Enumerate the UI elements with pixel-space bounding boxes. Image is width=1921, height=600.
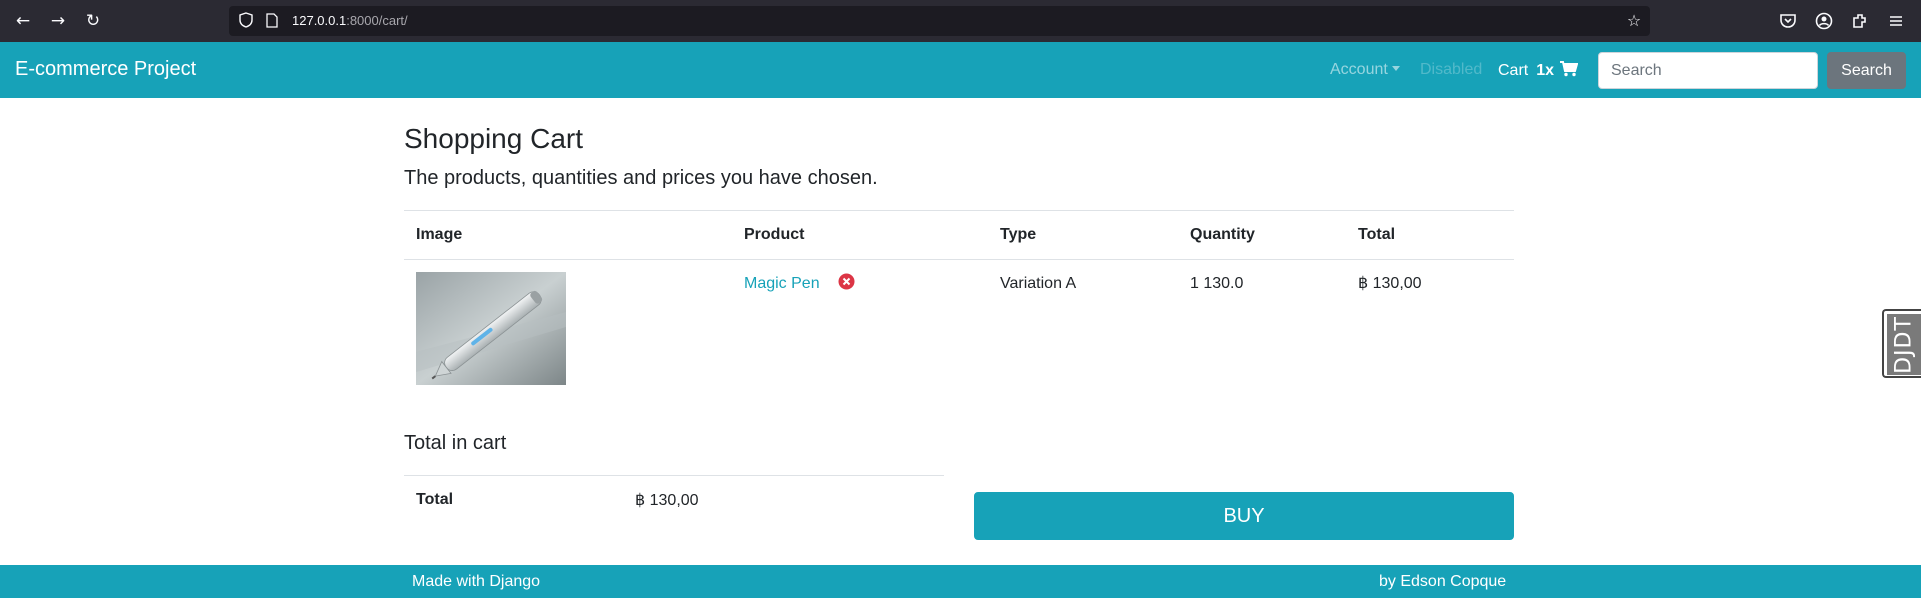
totals-value: ฿ 130,00 bbox=[623, 475, 944, 525]
cart-label: Cart bbox=[1498, 62, 1529, 79]
shopping-cart-icon bbox=[1560, 61, 1579, 77]
buy-button[interactable]: BUY bbox=[974, 492, 1514, 540]
search-button[interactable]: Search bbox=[1827, 52, 1906, 89]
shield-icon[interactable] bbox=[239, 12, 253, 28]
totals-label: Total bbox=[404, 475, 623, 525]
extensions-icon[interactable] bbox=[1849, 10, 1871, 32]
page-lead: The products, quantities and prices you … bbox=[404, 167, 878, 189]
forward-icon[interactable]: → bbox=[45, 9, 71, 33]
pocket-icon[interactable] bbox=[1777, 10, 1799, 32]
account-label: Account bbox=[1330, 61, 1388, 78]
quantity-cell: 1 130.0 bbox=[1190, 275, 1244, 292]
remove-item-icon[interactable] bbox=[838, 273, 855, 290]
product-cell: Magic Pen bbox=[732, 260, 988, 398]
column-header-type: Type bbox=[988, 210, 1178, 260]
footer-author: by Edson Copque bbox=[1379, 573, 1507, 590]
totals-row: Total ฿ 130,00 bbox=[404, 475, 944, 525]
debug-toolbar-handle[interactable]: DJDT bbox=[1882, 309, 1921, 378]
column-header-product: Product bbox=[732, 210, 988, 260]
url-path: :8000/cart/ bbox=[346, 13, 408, 28]
type-cell: Variation A bbox=[1000, 275, 1077, 292]
back-icon[interactable]: ← bbox=[10, 9, 36, 33]
footer: Made with Django by Edson Copque bbox=[0, 565, 1921, 598]
page-icon bbox=[266, 13, 278, 28]
page-title: Shopping Cart bbox=[404, 123, 584, 154]
caret-down-icon bbox=[1391, 66, 1400, 71]
cart-link[interactable]: Cart 1x bbox=[1498, 61, 1579, 80]
menu-icon[interactable] bbox=[1885, 10, 1907, 32]
search-input[interactable] bbox=[1598, 52, 1818, 89]
disabled-link: Disabled bbox=[1420, 61, 1483, 78]
cart-count: 1x bbox=[1536, 62, 1555, 79]
url-host: 127.0.0.1 bbox=[292, 13, 347, 28]
column-header-total: Total bbox=[1346, 210, 1514, 260]
totals-heading: Total in cart bbox=[404, 432, 507, 454]
column-header-quantity: Quantity bbox=[1178, 210, 1346, 260]
brand-link[interactable]: E-commerce Project bbox=[15, 58, 196, 81]
debug-toolbar-label-bg: DJDT bbox=[1887, 314, 1921, 375]
reload-icon[interactable]: ↻ bbox=[80, 9, 106, 33]
cart-table: Image Product Type Quantity Total Magic … bbox=[404, 210, 1514, 398]
address-bar[interactable]: 127.0.0.1:8000/cart/ ☆ bbox=[229, 6, 1650, 36]
account-icon[interactable] bbox=[1813, 10, 1835, 32]
bookmark-star-icon[interactable]: ☆ bbox=[1624, 11, 1644, 31]
product-image[interactable] bbox=[416, 272, 566, 385]
url-text: 127.0.0.1:8000/cart/ bbox=[292, 13, 408, 28]
column-header-image: Image bbox=[404, 210, 732, 260]
footer-made-with: Made with Django bbox=[412, 573, 541, 590]
total-cell: ฿ 130,00 bbox=[1358, 275, 1422, 292]
browser-toolbar: ← → ↻ 127.0.0.1:8000/cart/ ☆ bbox=[0, 0, 1921, 42]
image-cell bbox=[404, 260, 732, 398]
table-row: Magic Pen Variation A 1 130.0 ฿ 130,00 bbox=[404, 260, 1514, 398]
site-navbar: E-commerce Project Account Disabled Cart… bbox=[0, 42, 1921, 98]
totals-table: Total ฿ 130,00 bbox=[404, 475, 944, 525]
account-dropdown[interactable]: Account bbox=[1330, 61, 1400, 79]
debug-toolbar-label: DJDT bbox=[1891, 315, 1917, 374]
table-header-row: Image Product Type Quantity Total bbox=[404, 210, 1514, 260]
product-link[interactable]: Magic Pen bbox=[744, 275, 820, 292]
